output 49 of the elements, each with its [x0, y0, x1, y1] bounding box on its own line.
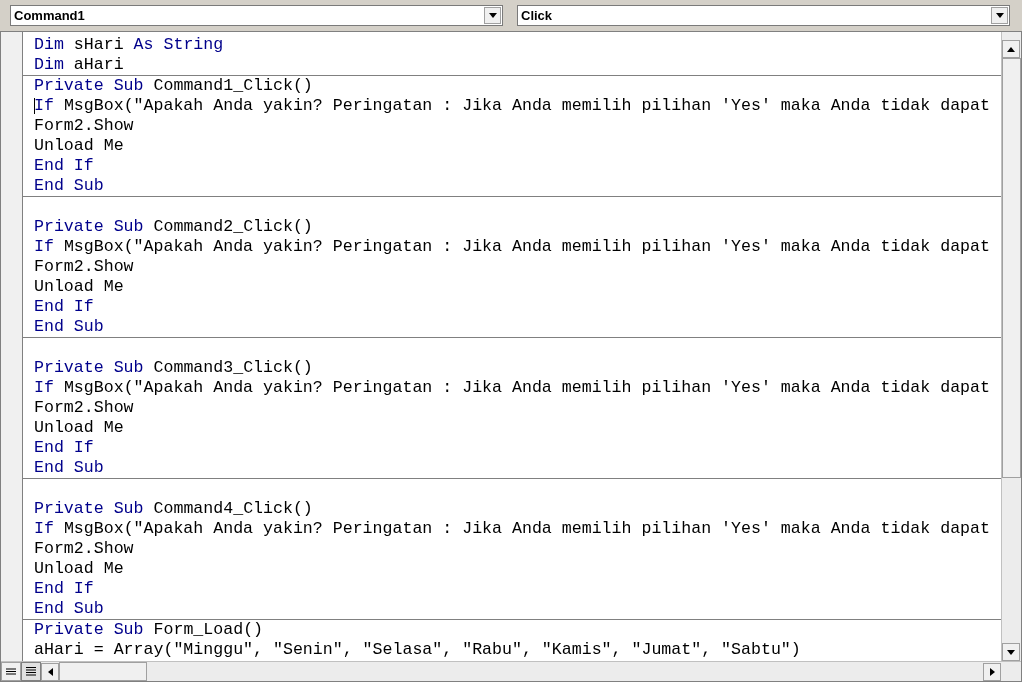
caret-icon — [488, 13, 497, 18]
scroll-arrow-button[interactable] — [983, 662, 1001, 681]
dropdown[interactable]: Command1 — [10, 5, 503, 26]
code-line: If MsgBox("Apakah Anda yakin? Peringatan : Jika Anda memilih pilihan 'Yes' maka Anda tidak dapat — [34, 378, 990, 398]
code-line: Private Sub Command2_Click() — [34, 217, 313, 237]
code-line: If MsgBox("Apakah Anda yakin? Peringatan : Jika Anda memilih pilihan 'Yes' maka Anda tidak dapat — [34, 237, 990, 257]
scroll-thumb[interactable] — [59, 662, 147, 681]
code-line: Form2.Show — [34, 116, 134, 136]
code-line: Unload Me — [34, 277, 124, 297]
code-line: Unload Me — [34, 559, 124, 579]
code-line: End If — [34, 297, 94, 317]
lines-icon — [26, 667, 36, 676]
arrow-right-icon — [989, 667, 995, 676]
code-line: End Sub — [34, 176, 104, 196]
dropdown-button[interactable] — [991, 7, 1008, 24]
code-line: Dim sHari As String — [34, 35, 224, 55]
vertical-scrollbar[interactable] — [1001, 32, 1021, 661]
scroll-arrow-button[interactable] — [41, 662, 59, 681]
code-line: aHari = Array("Minggu", "Senin", "Selasa", "Rabu", "Kamis", "Jumat", "Sabtu") — [34, 640, 801, 660]
arrow-up-icon — [1007, 46, 1015, 52]
full-module-view-button[interactable] — [21, 662, 41, 681]
dropdown[interactable]: Click — [517, 5, 1010, 26]
code-line: End If — [34, 579, 94, 599]
code-line: If MsgBox("Apakah Anda yakin? Peringatan : Jika Anda memilih pilihan 'Yes' maka Anda tidak dapat — [34, 519, 990, 539]
code-line: Unload Me — [34, 136, 124, 156]
scroll-arrow-button[interactable] — [1002, 40, 1020, 58]
scroll-arrow-button[interactable] — [1002, 643, 1020, 661]
code-line: Private Sub Form_Load() — [34, 620, 264, 640]
arrow-down-icon — [1007, 649, 1015, 655]
arrow-left-icon — [47, 667, 53, 676]
dropdown-button[interactable] — [484, 7, 501, 24]
code-line: End Sub — [34, 599, 104, 619]
code-line: End If — [34, 438, 94, 458]
code-line: Form2.Show — [34, 257, 134, 277]
procedure-view-button[interactable] — [1, 662, 21, 681]
code-line: Unload Me — [34, 418, 124, 438]
code-line: Form2.Show — [34, 398, 134, 418]
code-line: Private Sub Command1_Click() — [34, 76, 313, 96]
code-line: End If — [34, 156, 94, 176]
lines-icon — [6, 668, 16, 675]
caret-icon — [995, 13, 1004, 18]
code-line: If MsgBox("Apakah Anda yakin? Peringatan : Jika Anda memilih pilihan 'Yes' maka Anda tidak dapat — [34, 96, 990, 116]
code-line: End Sub — [34, 317, 104, 337]
code-line: Dim aHari — [34, 55, 124, 75]
code-line: Form2.Show — [34, 539, 134, 559]
code-line: End Sub — [34, 458, 104, 478]
scroll-thumb[interactable] — [1002, 58, 1021, 478]
code-line: Private Sub Command4_Click() — [34, 499, 313, 519]
code-line: Private Sub Command3_Click() — [34, 358, 313, 378]
